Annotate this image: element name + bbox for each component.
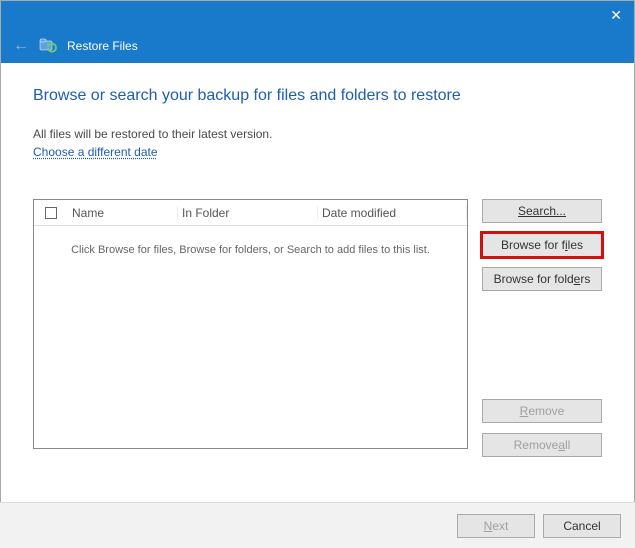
choose-date-link[interactable]: Choose a different date	[33, 145, 158, 159]
version-note: All files will be restored to their late…	[33, 127, 602, 141]
column-in-folder[interactable]: In Folder	[178, 206, 318, 220]
close-icon[interactable]: ✕	[610, 7, 622, 24]
list-header: Name In Folder Date modified	[34, 200, 467, 226]
remove-button: Remove	[482, 399, 602, 423]
footer: Next Cancel	[0, 502, 635, 548]
back-arrow-icon[interactable]: ←	[13, 37, 29, 55]
browse-folders-button[interactable]: Browse for folders	[482, 267, 602, 291]
column-date-modified[interactable]: Date modified	[318, 206, 467, 220]
search-button[interactable]: Search...	[482, 199, 602, 223]
file-list[interactable]: Name In Folder Date modified Click Brows…	[33, 199, 468, 449]
remove-all-button: Remove all	[482, 433, 602, 457]
content-area: Browse or search your backup for files a…	[1, 63, 634, 457]
column-name[interactable]: Name	[68, 206, 178, 220]
page-heading: Browse or search your backup for files a…	[33, 87, 602, 105]
select-all-checkbox[interactable]	[45, 207, 57, 219]
cancel-button[interactable]: Cancel	[543, 514, 621, 538]
next-button: Next	[457, 514, 535, 538]
window-title: Restore Files	[67, 39, 138, 53]
empty-list-message: Click Browse for files, Browse for folde…	[34, 226, 467, 256]
browse-files-button[interactable]: Browse for files	[482, 233, 602, 257]
titlebar: ✕	[1, 1, 634, 29]
action-buttons: Search... Browse for files Browse for fo…	[482, 199, 602, 457]
header-strip: ← Restore Files	[1, 29, 634, 63]
select-all-checkbox-cell[interactable]	[34, 207, 68, 219]
restore-files-icon	[39, 37, 57, 55]
